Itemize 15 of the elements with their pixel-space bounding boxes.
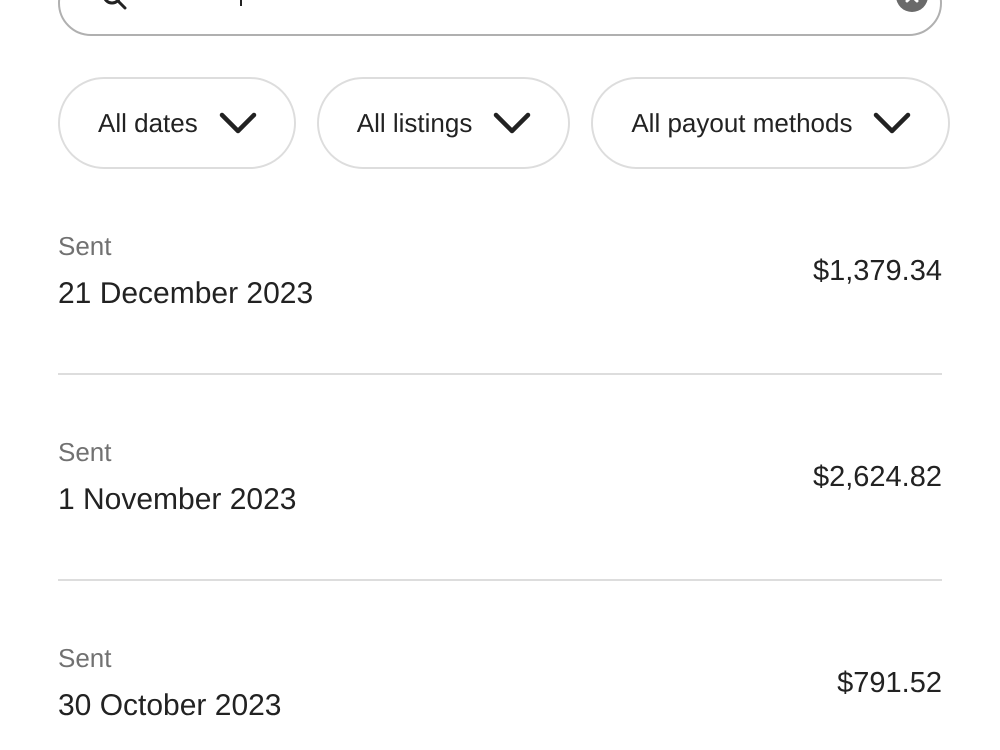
filter-dropdown[interactable]: All listings: [316, 77, 570, 169]
payout-status: Sent: [58, 643, 112, 673]
payout-status: Sent: [58, 437, 112, 467]
filter-dropdown[interactable]: All payout methods: [591, 77, 950, 169]
payout-date: 30 October 2023: [58, 689, 282, 723]
chevron-down-icon: [218, 112, 257, 134]
filter-dropdown[interactable]: All dates: [58, 77, 296, 169]
payout-status: Sent: [58, 231, 112, 261]
payout-amount: $1,379.34: [812, 254, 942, 288]
chevron-down-icon: [873, 112, 912, 134]
payout-date: 21 December 2023: [58, 277, 314, 311]
payout-date: 1 November 2023: [58, 483, 296, 517]
payout-amount: $2,624.82: [812, 460, 942, 494]
payout-amount: $791.52: [837, 666, 942, 700]
chevron-down-icon: [493, 112, 532, 134]
